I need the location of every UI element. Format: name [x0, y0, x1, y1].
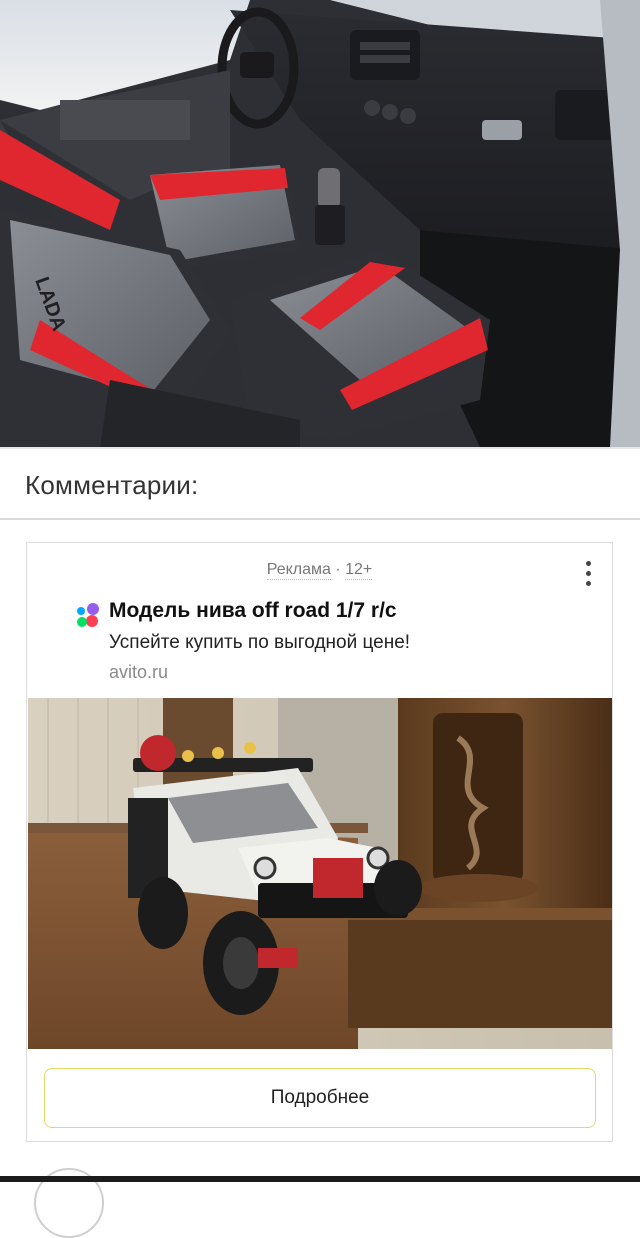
ad-subtitle: Успейте купить по выгодной цене! — [109, 632, 411, 653]
comments-heading: Комментарии: — [25, 470, 199, 500]
ad-label: Реклама · 12+ — [27, 561, 612, 580]
avito-logo-icon — [77, 603, 99, 627]
article-photo: LADA — [0, 0, 640, 447]
ad-title[interactable]: Модель нива off road 1/7 r/c — [109, 599, 397, 623]
ad-label-separator: · — [330, 561, 346, 578]
age-rating: 12+ — [345, 561, 373, 580]
ad-label-text: Реклама — [266, 561, 331, 580]
rc-car-photo — [28, 698, 612, 1049]
ad-domain[interactable]: avito.ru — [109, 662, 168, 683]
more-vertical-icon[interactable] — [578, 555, 598, 591]
divider — [0, 518, 640, 520]
details-button[interactable]: Подробнее — [44, 1068, 596, 1128]
divider — [0, 447, 640, 449]
ad-image[interactable] — [28, 698, 612, 1049]
car-interior-image: LADA — [0, 0, 640, 447]
system-nav-bar — [0, 1176, 640, 1182]
bottom-bar — [0, 1160, 640, 1238]
ad-card[interactable]: Реклама · 12+ Модель нива off road 1/7 r… — [26, 542, 613, 1142]
